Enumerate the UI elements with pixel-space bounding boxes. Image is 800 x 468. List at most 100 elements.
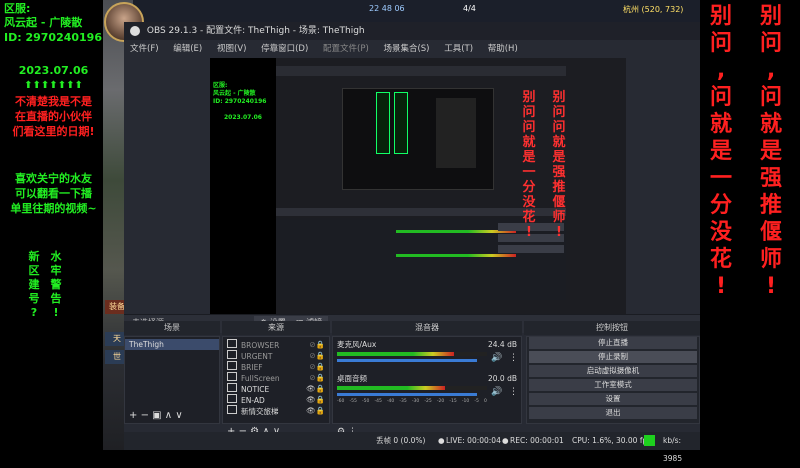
col1-char: 一 [709, 166, 732, 191]
status-bar: 丢帧 0 (0.0%) ● LIVE: 00:00:04 ● REC: 00:0… [124, 432, 700, 463]
menu-help[interactable]: 帮助(H) [482, 40, 524, 58]
server-name: 风云起 - 广陵散 [4, 16, 83, 29]
dock-title-sources: 来源 [222, 321, 330, 335]
desktop-level-meter [337, 386, 487, 390]
source-row[interactable]: FullScreen ⊘🔒 [223, 372, 329, 383]
obs-preview[interactable]: 区服: 风云起 - 广陵散 ID: 2970240196 2023.07.06 … [210, 58, 626, 314]
source-row[interactable]: 新情交旅梯 👁🔒 [223, 405, 329, 416]
server-label: 区服: [4, 2, 31, 15]
connection-status-indicator [644, 435, 655, 446]
col2-char: 推 [759, 193, 782, 218]
col2-char: , [766, 58, 776, 83]
col2-char: 问 [759, 31, 782, 56]
game-location: 杭州 (520, 732) [623, 5, 684, 14]
overlay-arrows: ⬆⬆⬆⬆⬆⬆⬆ [24, 80, 83, 91]
col1-char: 问 [709, 31, 732, 56]
mic-volume-slider[interactable] [337, 359, 477, 362]
rec-time: REC: 00:00:01 [510, 436, 564, 445]
menu-scene-collection[interactable]: 场景集合(S) [377, 40, 435, 58]
menu-file[interactable]: 文件(F) [124, 40, 165, 58]
source-row[interactable]: BRIEF ⊘🔒 [223, 361, 329, 372]
mixer-scale-tick: 0 [483, 399, 487, 404]
menu-edit[interactable]: 编辑(E) [167, 40, 208, 58]
col1-char: ! [715, 274, 727, 299]
mic-level-meter [337, 352, 487, 356]
mixer-channel-desktop-db: 20.0 dB [488, 374, 517, 383]
menu-tools[interactable]: 工具(T) [438, 40, 479, 58]
promo-line-1: 喜欢关宁的水友 [15, 172, 92, 185]
source-row[interactable]: NOTICE 👁🔒 [223, 383, 329, 394]
vertical-text-new-server: 新 区 建 号 ? [28, 250, 40, 319]
col1-char: 是 [709, 139, 732, 164]
notice-line-1: 不清楚我是不是 [15, 95, 92, 108]
mixer-scale-tick: -40 [386, 399, 395, 404]
col1-char: 别 [709, 4, 732, 29]
col2-char: 别 [759, 4, 782, 29]
col1-char: 没 [709, 220, 732, 245]
desktop-volume-slider[interactable] [337, 393, 477, 396]
mixer-scale-tick: -55 [349, 399, 357, 404]
live-time: LIVE: 00:00:04 [446, 436, 501, 445]
exit-button[interactable]: 退出 [529, 407, 697, 419]
overlay-date: 2023.07.06 [18, 64, 89, 77]
stop-recording-button[interactable]: 停止录制 [529, 351, 697, 363]
nested-left-overlay: 区服: 风云起 - 广陵散 ID: 2970240196 2023.07.06 [210, 58, 276, 314]
nested-red-col-1: 别问问就是一分没花! [522, 90, 536, 240]
col2-char: 是 [759, 139, 782, 164]
source-row[interactable]: BROWSER ⊘🔒 [223, 339, 329, 350]
bitrate: kb/s: 3985 [663, 436, 683, 463]
col1-char: 花 [709, 247, 732, 272]
more-options-icon[interactable]: ⋮ [509, 387, 518, 397]
col1-char: , [716, 58, 726, 83]
mixer-scale-tick: -60 [337, 399, 345, 404]
col2-char: ! [765, 274, 777, 299]
speaker-icon[interactable]: 🔊 [491, 387, 502, 397]
filter-icon[interactable]: ▣ [152, 410, 161, 421]
sources-panel: BROWSER ⊘🔒 URGENT ⊘🔒 BRIEF ⊘🔒 FullScreen ⊘🔒 … [222, 336, 330, 437]
scene-item[interactable]: TheThigh [125, 339, 219, 350]
col2-char: 强 [759, 166, 782, 191]
menu-profile[interactable]: 配置文件(P) [317, 40, 375, 58]
mixer-scale-tick: -50 [361, 399, 370, 404]
cpu-fps: CPU: 1.6%, 30.00 fps [572, 436, 652, 445]
studio-mode-button[interactable]: 工作室模式 [529, 379, 697, 391]
game-count: 4/4 [463, 4, 476, 13]
mixer-scale-tick: -15 [449, 399, 457, 404]
col1-char: 就 [709, 112, 732, 137]
menu-view[interactable]: 视图(V) [211, 40, 252, 58]
notice-line-2: 在直播的小伙伴 [15, 110, 92, 123]
start-virtual-camera-button[interactable]: 启动虚拟摄像机 [529, 365, 697, 377]
settings-button[interactable]: 设置 [529, 393, 697, 405]
dock-title-controls: 控制按钮 [524, 321, 700, 335]
mixer-scale-tick: -20 [436, 399, 445, 404]
mixer-scale-tick: -35 [399, 399, 407, 404]
more-options-icon[interactable]: ⋮ [509, 353, 518, 363]
col2-char: 问 [759, 85, 782, 110]
speaker-icon[interactable]: 🔊 [491, 353, 502, 363]
remove-icon[interactable]: − [141, 410, 149, 421]
obs-menubar: 文件(F) 编辑(E) 视图(V) 停靠窗口(D) 配置文件(P) 场景集合(S… [124, 40, 700, 58]
obs-title-text: OBS 29.1.3 - 配置文件: TheThigh - 场景: TheThi… [146, 26, 365, 36]
menu-docks[interactable]: 停靠窗口(D) [255, 40, 314, 58]
stop-streaming-button[interactable]: 停止直播 [529, 337, 697, 349]
rec-icon: ● [502, 436, 509, 445]
obs-titlebar: OBS 29.1.3 - 配置文件: TheThigh - 场景: TheThi… [124, 22, 700, 40]
notice-line-3: 们看这里的日期! [12, 125, 95, 138]
add-icon[interactable]: + [129, 410, 137, 421]
vertical-text-warning: 水 牢 警 告 ! [50, 250, 62, 319]
col2-char: 就 [759, 112, 782, 137]
source-row[interactable]: URGENT ⊘🔒 [223, 350, 329, 361]
controls-panel: 停止直播 停止录制 启动虚拟摄像机 工作室模式 设置 退出 [526, 336, 700, 424]
up-icon[interactable]: ∧ [165, 410, 172, 421]
obs-window: OBS 29.1.3 - 配置文件: TheThigh - 场景: TheThi… [124, 22, 700, 463]
source-row[interactable]: EN-AD 👁🔒 [223, 394, 329, 405]
mixer-scale-tick: -45 [374, 399, 382, 404]
nested-red-col-2: 别问问就是强推偃师! [552, 90, 566, 240]
down-icon[interactable]: ∨ [175, 410, 182, 421]
mixer-scale-tick: -30 [411, 399, 420, 404]
mixer-scale-tick: -10 [461, 399, 470, 404]
mixer-channel-mic-db: 24.4 dB [488, 340, 517, 349]
left-stream-overlay: 区服: 风云起 - 广陵散 ID: 2970240196 2023.07.06 … [0, 0, 103, 450]
col1-char: 问 [709, 85, 732, 110]
col1-char: 分 [709, 193, 732, 218]
